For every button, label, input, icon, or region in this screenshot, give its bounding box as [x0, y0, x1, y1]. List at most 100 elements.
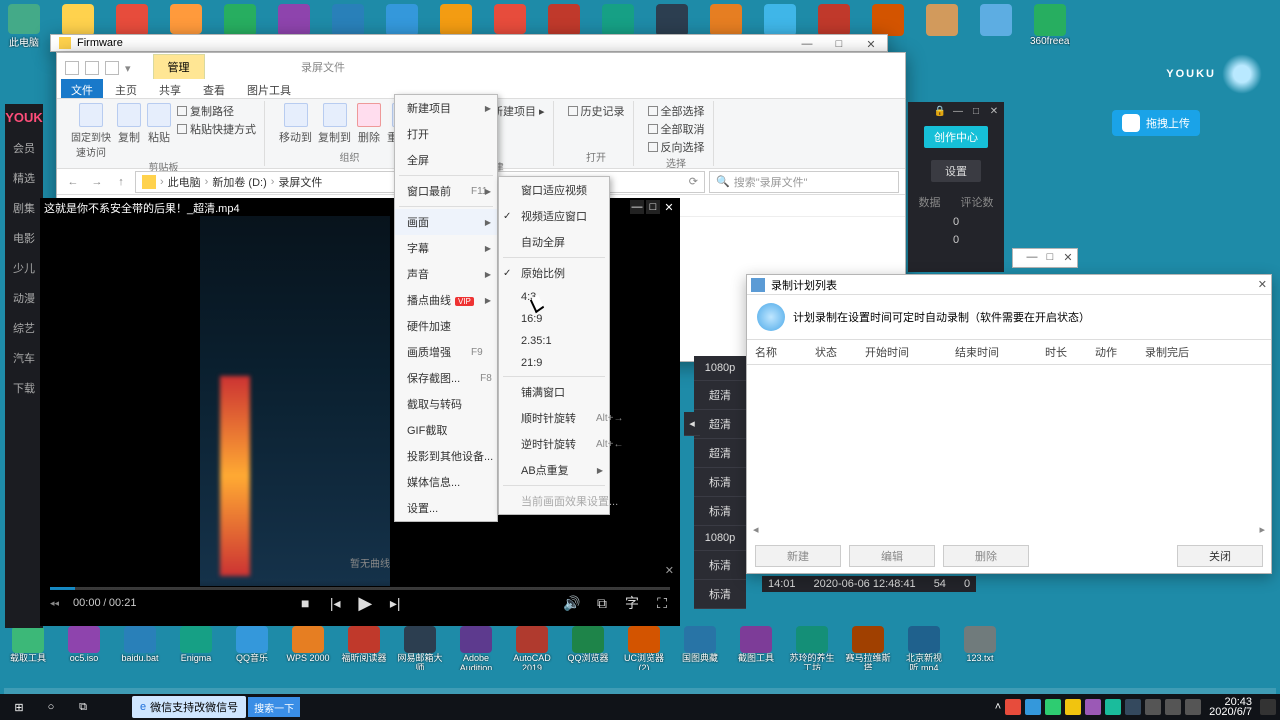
menu-item[interactable]: ✓视频适应窗口 — [499, 203, 609, 229]
menu-item[interactable]: 声音▶ — [395, 261, 497, 287]
desktop-icon[interactable]: 载取工具 — [4, 626, 52, 670]
desktop-icon[interactable]: 国图典藏 — [676, 626, 724, 670]
sidebar-item[interactable]: 动漫 — [13, 290, 35, 306]
app-icon[interactable] — [718, 696, 748, 718]
back-button[interactable]: ← — [63, 172, 83, 192]
delete-button[interactable]: 删除 — [357, 103, 381, 145]
menu-item[interactable]: 自动全屏 — [499, 229, 609, 255]
tray-icon[interactable] — [1005, 699, 1021, 715]
taskview-icon[interactable]: ⧉ — [68, 696, 98, 718]
close-button[interactable]: ✕ — [986, 104, 1002, 118]
menu-item[interactable]: 全屏 — [395, 147, 497, 173]
select-all-button[interactable]: 全部选择 — [648, 103, 705, 119]
ime-icon[interactable] — [1185, 699, 1201, 715]
select-none-button[interactable]: 全部取消 — [648, 121, 705, 137]
delete-plan-button[interactable]: 删除 — [943, 545, 1029, 567]
paste-button[interactable]: 粘贴 — [147, 103, 171, 159]
record-plan-window[interactable]: 录制计划列表 ✕ 计划录制在设置时间可定时自动录制（软件需要在开启状态） 名称状… — [746, 274, 1272, 574]
column-header[interactable]: 录制完后 — [1137, 340, 1217, 364]
column-header[interactable]: 状态 — [807, 340, 857, 364]
app-icon[interactable] — [686, 696, 716, 718]
prev-button[interactable]: |◂ — [327, 595, 343, 611]
minimize-button[interactable]: ― — [1023, 249, 1041, 265]
column-header[interactable]: 结束时间 — [947, 340, 1037, 364]
desktop-icon[interactable]: WPS 2000 — [284, 626, 332, 670]
sidebar-item[interactable]: 综艺 — [13, 320, 35, 336]
menu-item[interactable]: 播点曲线VIP▶ — [395, 287, 497, 313]
network-icon[interactable] — [1145, 699, 1161, 715]
maximize-button[interactable]: □ — [1041, 249, 1059, 265]
app-icon[interactable] — [494, 696, 524, 718]
start-button[interactable]: ⊞ — [4, 696, 34, 718]
paste-shortcut-button[interactable]: 粘贴快捷方式 — [177, 121, 256, 137]
menu-item[interactable]: 21:9 — [499, 352, 609, 374]
menu-item[interactable]: GIF截取 — [395, 417, 497, 443]
side-close-icon[interactable]: ✕ — [665, 564, 674, 577]
lock-icon[interactable]: 🔒 — [932, 104, 948, 118]
quality-option[interactable]: 1080p — [694, 356, 746, 381]
explorer-window-firmware[interactable]: Firmware ― □ ✕ — [50, 34, 888, 52]
system-tray[interactable]: ˄ 20:432020/6/7 — [995, 697, 1276, 717]
history-button[interactable]: 历史记录 — [568, 103, 625, 119]
desktop-icon[interactable]: 123.txt — [956, 626, 1004, 670]
desktop-icon[interactable] — [976, 4, 1016, 48]
ribbon-tab[interactable]: 文件 — [61, 79, 103, 98]
column-header[interactable]: 动作 — [1087, 340, 1137, 364]
minimize-button[interactable]: ― — [791, 35, 823, 53]
menu-item[interactable]: 4:3 — [499, 286, 609, 308]
app-icon[interactable] — [558, 696, 588, 718]
menu-item[interactable]: 顺时针旋转Alt+→ — [499, 405, 609, 431]
qat-icon[interactable] — [85, 61, 99, 75]
player-context-menu[interactable]: 新建项目▶打开全屏窗口最前F11▶画面▶字幕▶声音▶播点曲线VIP▶硬件加速画质… — [394, 94, 498, 522]
desktop-icon[interactable]: UC浏览器 (2) — [620, 626, 668, 670]
search-input[interactable]: 🔍搜索"录屏文件" — [709, 171, 899, 193]
edit-plan-button[interactable]: 编辑 — [849, 545, 935, 567]
menu-item[interactable]: 新建项目▶ — [395, 95, 497, 121]
tray-expand-icon[interactable]: ˄ — [995, 701, 1001, 713]
close-button[interactable]: ✕ — [1059, 249, 1077, 265]
menu-item[interactable]: AB点重复▶ — [499, 457, 609, 483]
small-window-controls[interactable]: ― □ ✕ — [1012, 248, 1078, 268]
scroll-right-icon[interactable]: ▸ — [1259, 523, 1265, 535]
close-button[interactable]: ✕ — [855, 35, 887, 53]
desktop-icon[interactable]: 赛马拉维斯塔 — [844, 626, 892, 670]
menu-item[interactable]: 2.35:1 — [499, 330, 609, 352]
desktop-icon[interactable]: Adobe Audition — [452, 626, 500, 670]
menu-item[interactable]: 画面▶ — [395, 209, 497, 235]
desktop-icon[interactable]: 北京新视听.mp4 — [900, 626, 948, 670]
sidebar-item[interactable]: 少儿 — [13, 260, 35, 276]
tray-icon[interactable] — [1045, 699, 1061, 715]
fullscreen-icon[interactable]: ⛶ — [654, 595, 670, 611]
desktop-icon[interactable]: Enigma — [172, 626, 220, 670]
pin-button[interactable]: 固定到快 速访问 — [71, 103, 111, 159]
play-button[interactable]: ▶ — [357, 595, 373, 611]
pip-icon[interactable]: ⧉ — [594, 595, 610, 611]
quality-option[interactable]: 标清 — [694, 580, 746, 609]
creative-center-button[interactable]: 创作中心 — [924, 126, 988, 148]
copy-button[interactable]: 复制 — [117, 103, 141, 159]
volume-icon[interactable] — [1165, 699, 1181, 715]
desktop-icon[interactable]: 截图工具 — [732, 626, 780, 670]
app-icon[interactable] — [526, 696, 556, 718]
desktop-icon[interactable]: QQ浏览器 — [564, 626, 612, 670]
settings-button[interactable]: 设置 — [931, 160, 981, 182]
close-button[interactable]: ✕ — [1258, 278, 1267, 291]
menu-item[interactable]: 保存截图...F8 — [395, 365, 497, 391]
menu-item[interactable]: 截取与转码 — [395, 391, 497, 417]
notifications-icon[interactable] — [1260, 699, 1276, 715]
taskbar-search[interactable]: 搜索一下 — [248, 697, 300, 717]
ribbon-tab[interactable]: 主页 — [105, 79, 147, 98]
desktop-icon[interactable] — [922, 4, 962, 48]
app-icon[interactable] — [462, 696, 492, 718]
close-button[interactable]: ✕ — [662, 200, 676, 214]
tray-icon[interactable] — [1025, 699, 1041, 715]
select-invert-button[interactable]: 反向选择 — [648, 139, 705, 155]
app-icon[interactable] — [398, 696, 428, 718]
drag-upload-button[interactable]: 拖拽上传 — [1112, 110, 1200, 136]
close-plan-button[interactable]: 关闭 — [1177, 545, 1263, 567]
desktop-icon[interactable]: QQ音乐 — [228, 626, 276, 670]
tray-icon[interactable] — [1085, 699, 1101, 715]
quality-option[interactable]: 标清 — [694, 468, 746, 497]
scroll-left-icon[interactable]: ◂ — [753, 523, 759, 535]
menu-item[interactable]: 投影到其他设备... — [395, 443, 497, 469]
